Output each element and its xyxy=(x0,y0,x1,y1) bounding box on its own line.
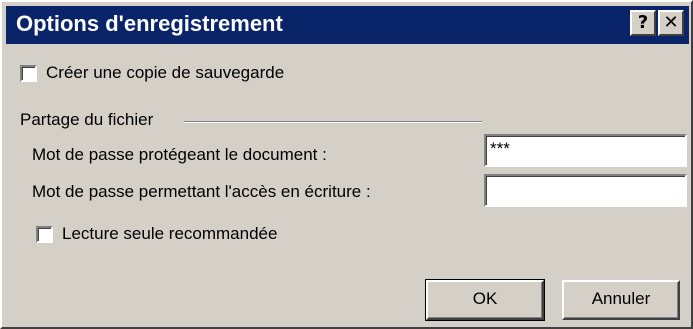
close-button[interactable]: ✕ xyxy=(658,10,684,36)
write-password-label: Mot de passe permettant l'accès en écrit… xyxy=(32,182,371,201)
file-sharing-group-label: Partage du fichier xyxy=(20,110,154,129)
open-password-label: Mot de passe protégeant le document : xyxy=(32,145,327,164)
readonly-recommended-label[interactable]: Lecture seule recommandée xyxy=(62,224,277,244)
cancel-button[interactable]: Annuler xyxy=(562,280,680,320)
dialog-title: Options d'enregistrement xyxy=(16,11,283,36)
title-bar[interactable]: Options d'enregistrement ? ✕ xyxy=(6,6,689,44)
backup-copy-label[interactable]: Créer une copie de sauvegarde xyxy=(46,63,284,83)
open-password-field[interactable]: *** xyxy=(484,134,687,167)
backup-copy-checkbox[interactable] xyxy=(20,65,37,82)
group-divider xyxy=(184,121,482,123)
help-icon: ? xyxy=(637,12,649,33)
close-icon: ✕ xyxy=(663,12,679,33)
ok-button[interactable]: OK xyxy=(425,279,545,321)
readonly-recommended-checkbox[interactable] xyxy=(36,226,53,243)
help-button[interactable]: ? xyxy=(630,10,656,36)
save-options-dialog: Options d'enregistrement ? ✕ Créer une c… xyxy=(0,0,693,329)
write-password-field[interactable] xyxy=(484,174,687,207)
